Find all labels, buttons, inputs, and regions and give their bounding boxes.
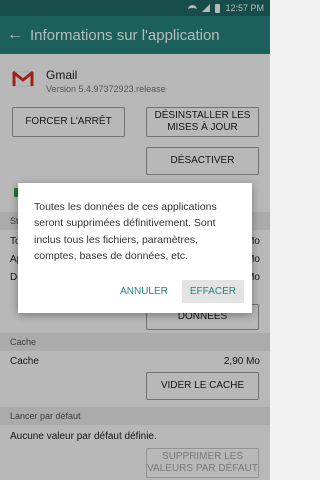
confirm-dialog: Toutes les données de ces applications s…: [18, 183, 252, 313]
cancel-button[interactable]: ANNULER: [112, 280, 176, 303]
dialog-message: Toutes les données de ces applications s…: [34, 201, 217, 262]
erase-button[interactable]: EFFACER: [181, 280, 244, 303]
dialog-actions: ANNULER EFFACER: [112, 280, 244, 303]
